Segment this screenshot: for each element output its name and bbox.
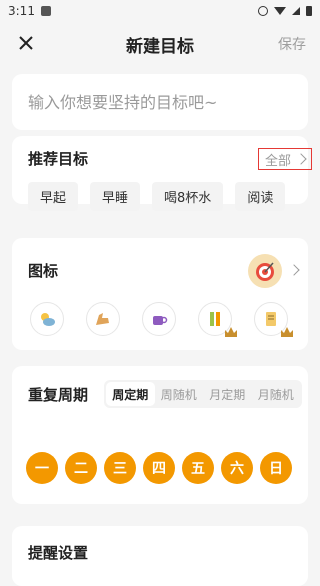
notebook-icon-option[interactable] bbox=[254, 302, 293, 337]
target-icon bbox=[256, 262, 274, 281]
tab-weekly-fixed[interactable]: 周定期 bbox=[106, 382, 155, 406]
top-bar: 新建目标 保存 bbox=[0, 22, 320, 66]
repeat-cycle-title: 重复周期 bbox=[28, 386, 89, 404]
signal-icon bbox=[292, 7, 300, 15]
repeat-cycle-card: 重复周期 周定期 周随机 月定期 月随机 一 二 三 四 五 六 日 bbox=[12, 366, 308, 504]
tab-monthly-random[interactable]: 月随机 bbox=[252, 382, 301, 406]
weather-icon bbox=[41, 313, 55, 326]
day-button[interactable]: 日 bbox=[260, 452, 292, 484]
page-title: 新建目标 bbox=[126, 36, 194, 57]
recommended-chip[interactable]: 喝8杯水 bbox=[152, 182, 224, 211]
recommended-goals-card: 推荐目标 早起 早睡 喝8杯水 阅读 bbox=[12, 136, 308, 211]
day-button[interactable]: 六 bbox=[221, 452, 253, 484]
weather-icon-option[interactable] bbox=[30, 302, 64, 336]
day-button[interactable]: 一 bbox=[26, 452, 58, 484]
chevron-right-icon bbox=[295, 153, 307, 165]
ruler-pencil-icon bbox=[210, 312, 220, 326]
app-notification-icon bbox=[40, 6, 51, 16]
recommended-chip[interactable]: 早起 bbox=[28, 182, 79, 211]
status-time: 3:11 bbox=[8, 4, 35, 18]
muscle-icon-option[interactable] bbox=[86, 302, 120, 336]
day-button[interactable]: 四 bbox=[143, 452, 175, 484]
icon-options bbox=[30, 302, 293, 337]
crown-icon bbox=[281, 327, 293, 337]
reminder-title: 提醒设置 bbox=[28, 544, 89, 562]
selected-target-icon[interactable] bbox=[248, 254, 282, 288]
icon-card: 图标 bbox=[12, 238, 308, 350]
day-button[interactable]: 五 bbox=[182, 452, 214, 484]
status-bar: 3:11 bbox=[0, 0, 320, 22]
recommended-chip[interactable]: 阅读 bbox=[235, 182, 286, 211]
chevron-right-icon[interactable] bbox=[288, 264, 300, 276]
close-icon[interactable] bbox=[16, 33, 36, 53]
reminder-card: 提醒设置 bbox=[12, 526, 308, 586]
alarm-icon bbox=[258, 6, 268, 16]
day-button[interactable]: 二 bbox=[65, 452, 97, 484]
cycle-tabs: 周定期 周随机 月定期 月随机 bbox=[104, 380, 302, 408]
cup-icon bbox=[153, 316, 168, 325]
ruler-pencil-icon-option[interactable] bbox=[198, 302, 237, 337]
goal-input[interactable] bbox=[12, 74, 308, 130]
cup-icon-option[interactable] bbox=[142, 302, 176, 336]
recommended-chips: 早起 早睡 喝8杯水 阅读 bbox=[28, 182, 286, 211]
save-button[interactable]: 保存 bbox=[278, 34, 306, 54]
recommended-chip[interactable]: 早睡 bbox=[90, 182, 141, 211]
view-all-label: 全部 bbox=[264, 153, 291, 169]
tab-monthly-fixed[interactable]: 月定期 bbox=[203, 382, 252, 406]
recommended-goals-title: 推荐目标 bbox=[28, 150, 89, 168]
battery-icon bbox=[306, 6, 312, 16]
view-all-button[interactable]: 全部 bbox=[257, 148, 312, 170]
day-button[interactable]: 三 bbox=[104, 452, 136, 484]
weekday-selector: 一 二 三 四 五 六 日 bbox=[26, 452, 292, 484]
muscle-icon bbox=[96, 313, 109, 325]
wifi-icon bbox=[274, 7, 286, 15]
crown-icon bbox=[225, 327, 237, 337]
notebook-icon bbox=[266, 312, 276, 326]
icon-section-title: 图标 bbox=[28, 262, 59, 280]
tab-weekly-random[interactable]: 周随机 bbox=[155, 382, 204, 406]
goal-input-card bbox=[12, 74, 308, 130]
